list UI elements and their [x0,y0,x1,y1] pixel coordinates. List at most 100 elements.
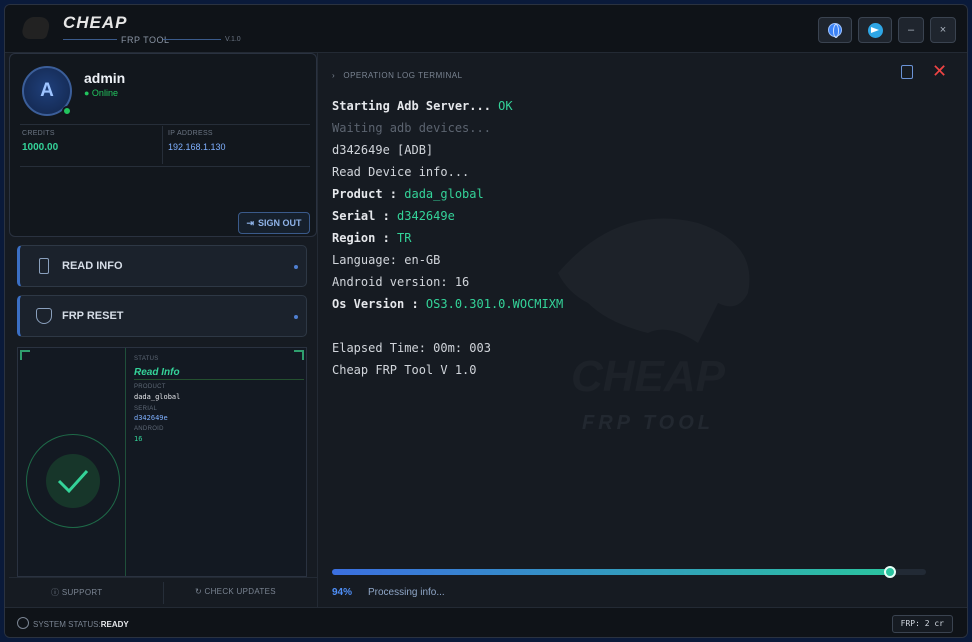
credits-value: 1000.00 [22,142,59,153]
terminal-title: OPERATION LOG TERMINAL [343,71,463,80]
read-info-label: READ INFO [62,260,123,272]
android-value: 16 [134,435,143,443]
online-indicator [62,106,72,116]
ip-value: 192.168.1.130 [168,142,226,152]
log-text: Starting Adb Server... [332,99,499,113]
log-text: Serial : [332,209,398,223]
clipboard-icon[interactable] [901,65,913,79]
frp-reset-indicator [294,315,298,319]
log-line: Language: en-GB [332,253,440,267]
phone-icon [39,258,49,274]
progress-percent: 94% [332,587,353,598]
profile-divider [20,124,310,125]
credits-label: CREDITS [22,130,55,137]
left-footer: ⓘ SUPPORT ↻ CHECK UPDATES [9,577,317,607]
success-check-icon [46,454,100,508]
refresh-icon: ↻ [195,587,205,596]
profile-card: A admin ● Online CREDITS 1000.00 IP ADDR… [9,53,317,237]
minimize-button[interactable]: – [898,17,924,43]
language-button[interactable] [818,17,852,43]
log-text: Product : [332,187,405,201]
progress-fill [332,569,890,575]
system-status-value: READY [100,620,129,629]
support-button[interactable]: ⓘ SUPPORT [51,587,102,598]
telegram-button[interactable] [858,17,892,43]
status-bar: SYSTEM STATUS:READY FRP: 2 cr [5,607,967,637]
frp-credit-badge: FRP: 2 cr [891,615,953,633]
sign-out-label: SIGN OUT [258,218,302,228]
system-status: SYSTEM STATUS:READY [33,620,129,629]
app-subtitle: FRP TOOL [121,35,170,45]
title-bar[interactable]: CHEAP FRP TOOL V.1.0 – × [5,5,967,53]
log-line: Cheap FRP Tool V 1.0 [332,363,477,377]
sign-out-button[interactable]: ⇥ SIGN OUT [238,212,310,234]
log-text: Language: en-GB [332,253,441,267]
frp-reset-label: FRP RESET [62,310,124,322]
profile-vdivider [162,126,163,164]
watermark-subtitle: FRP TOOL [582,412,714,434]
log-line: Serial : d342649e [332,209,455,223]
product-value: dada_global [134,393,181,401]
success-ring [26,434,120,528]
log-line: Product : dada_global [332,187,484,201]
log-value: d342649e [397,209,455,223]
check-updates-label: CHECK UPDATES [204,587,276,596]
status-label: STATUS [134,356,159,362]
serial-value: d342649e [134,414,168,422]
brand-divider-left [63,39,117,40]
log-value: dada_global [404,187,484,201]
read-info-button[interactable]: READ INFO [17,245,307,287]
sign-out-icon: ⇥ [246,217,255,228]
shield-icon [36,308,52,324]
close-button[interactable]: × [930,17,956,43]
clear-log-button[interactable]: ✕ [932,61,947,81]
frp-reset-button[interactable]: FRP RESET [17,295,307,337]
system-status-label: SYSTEM STATUS: [33,620,101,629]
username: admin [84,70,126,86]
progress-bar [332,566,926,578]
progress-knob [884,566,896,578]
log-text: Waiting adb devices... [332,121,491,135]
status-check-icon [17,617,29,629]
log-line: Elapsed Time: 00m: 003 [332,341,491,355]
log-text: d342649e [ADB] [332,143,434,157]
log-line: d342649e [ADB] [332,143,433,157]
status-divider [134,379,304,380]
log-text: Cheap FRP Tool V 1.0 [332,363,477,377]
log-value: OK [498,99,513,113]
app-window: CHEAP FRP TOOL V.1.0 – × A admin ● Onlin… [4,4,968,638]
check-updates-button[interactable]: ↻ CHECK UPDATES [195,587,276,596]
log-line: Waiting adb devices... [332,121,491,135]
log-line: Region : TR [332,231,411,245]
log-text: Os Version : [332,297,426,311]
watermark-title: CHEAP [571,352,726,401]
profile-divider-2 [20,166,310,167]
serial-label: SERIAL [134,406,158,412]
globe-icon [828,23,842,38]
read-info-indicator [294,265,298,269]
log-value: TR [397,231,412,245]
log-text: Android version: 16 [332,275,470,289]
log-value: OS3.0.301.0.WOCMIXM [425,297,564,311]
help-icon: ⓘ [51,588,62,597]
android-label: ANDROID [134,426,164,432]
terminal-header: › OPERATION LOG TERMINAL [332,71,463,80]
ip-label: IP ADDRESS [168,130,213,137]
log-line: Read Device info... [332,165,469,179]
app-version: V.1.0 [225,36,241,43]
corner-tr [294,350,304,360]
panther-logo-icon [20,17,52,39]
chevron-right-icon: › [332,71,344,80]
log-terminal: › OPERATION LOG TERMINAL ✕ CHEAP FRP TOO… [317,53,967,607]
telegram-icon [867,22,883,38]
progress-text: Processing info... [368,587,445,598]
support-label: SUPPORT [61,588,103,597]
log-text: Elapsed Time: 00m: 003 [332,341,491,355]
user-status: ● Online [84,88,118,98]
log-line: Starting Adb Server... OK [332,99,513,113]
app-brand: CHEAP [63,13,128,32]
watermark-logo: CHEAP FRP TOOL [558,218,750,434]
status-value: Read Info [134,367,180,378]
device-status-panel: STATUS Read Info PRODUCT dada_global SER… [17,347,307,577]
log-text: Region : [332,231,398,245]
